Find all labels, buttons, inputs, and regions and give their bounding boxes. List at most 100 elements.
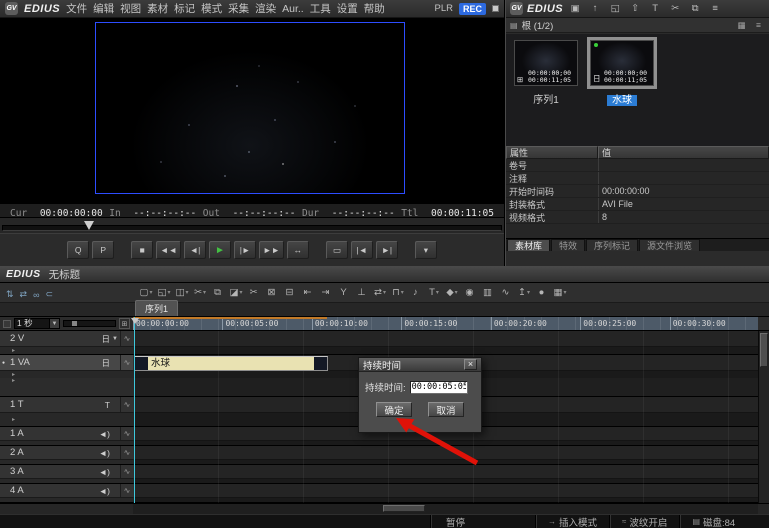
dropdown-arrow-icon[interactable]: ▾ <box>455 289 458 296</box>
lane-main[interactable] <box>133 484 758 498</box>
audio-patch-icon[interactable]: ⇄ <box>20 289 28 300</box>
audio-fade-icon[interactable]: ♪ <box>408 285 424 301</box>
horizontal-scrollbar-thumb[interactable] <box>383 505 425 512</box>
capture-icon[interactable]: ◱ <box>607 2 623 16</box>
new-folder-icon[interactable]: ▣ <box>567 2 583 16</box>
ripple-delete-icon[interactable]: ⊟ <box>282 285 298 301</box>
zoom-slider[interactable] <box>63 320 116 327</box>
cut-icon[interactable]: ✂ ▾ <box>192 285 208 301</box>
track-label[interactable]: 2 A <box>10 447 44 458</box>
track-sub-row[interactable]: ▸ <box>0 378 133 396</box>
track-waveform-icon[interactable]: ∿ <box>120 446 133 459</box>
menu-item[interactable]: 采集 <box>228 1 249 16</box>
clip-thumbnail[interactable]: 日 00:00:00;00 00:00:11;05 <box>590 40 654 86</box>
timeline-title-bar[interactable]: EDIUS 无标题 <box>0 266 769 283</box>
remove-cut-point-icon[interactable]: ⊥ <box>354 285 370 301</box>
save-icon[interactable]: ◫ ▾ <box>174 285 190 301</box>
list-menu-icon[interactable]: ≡ <box>707 2 723 16</box>
track-waveform-icon[interactable]: ∿ <box>120 484 133 497</box>
timeline-playhead-marker[interactable] <box>131 318 139 324</box>
track-header[interactable]: 2 A ◄) ∿ ▸ ▸ <box>0 446 133 465</box>
track-expander-icon[interactable]: ▸ <box>12 348 15 354</box>
properties-value-header[interactable]: 值 <box>598 146 769 159</box>
record-icon[interactable]: ● <box>534 285 550 301</box>
step-back-button[interactable]: ◄| <box>184 241 206 259</box>
grid-view-icon[interactable]: ▦ <box>735 20 748 31</box>
vertical-scrollbar-thumb[interactable] <box>760 333 768 367</box>
bin-tab[interactable]: 源文件浏览 <box>639 239 701 251</box>
track-expander-row[interactable]: ▸ <box>0 479 133 483</box>
track-waveform-icon[interactable]: ∿ <box>120 331 133 346</box>
new-sequence-icon[interactable]: ▢ ▾ <box>138 285 154 301</box>
menu-item[interactable]: 素材 <box>147 1 168 16</box>
lane-main[interactable] <box>133 331 758 347</box>
track-header-main[interactable]: 2 V 日 ▼ ∿ <box>0 331 133 347</box>
zoom-dropdown-arrow-icon[interactable]: ▼ <box>50 318 60 329</box>
track-label[interactable]: 2 V <box>10 333 44 344</box>
menu-item[interactable]: 视图 <box>120 1 141 16</box>
track-type-icon[interactable]: ◄) <box>99 486 110 496</box>
bin-tab[interactable]: 特效 <box>551 239 586 251</box>
track-lane[interactable] <box>133 465 758 484</box>
cancel-button[interactable]: 取消 <box>428 402 464 417</box>
channel-map-icon[interactable]: ⊂ <box>46 289 54 300</box>
dropdown-arrow-icon[interactable]: ▾ <box>563 289 566 296</box>
transition-icon[interactable]: ⊓ ▾ <box>390 285 406 301</box>
set-in-icon[interactable]: ⇤ <box>300 285 316 301</box>
bin-clip-list[interactable]: ⊞ 00:00:00;00 00:00:11;05 序列1 日 00:00:00… <box>506 34 769 146</box>
clip-name[interactable]: 序列1 <box>528 95 564 106</box>
track-header-main[interactable]: 2 A ◄) ∿ <box>0 446 133 460</box>
mixer-icon[interactable]: ▥ <box>480 285 496 301</box>
track-expander-row[interactable]: ▸ <box>0 413 133 426</box>
menu-item[interactable]: 设置 <box>337 1 358 16</box>
duration-input[interactable] <box>409 380 468 394</box>
dialog-title-bar[interactable]: 持续时间 × <box>359 358 481 372</box>
edit-mode-icon[interactable]: ⇄ ▾ <box>372 285 388 301</box>
vertical-scrollbar[interactable] <box>758 331 769 503</box>
track-expander-icon[interactable]: ▸ <box>12 372 15 378</box>
plr-mode-button[interactable]: PLR <box>435 3 453 14</box>
dropdown-arrow-icon[interactable]: ▾ <box>185 289 188 296</box>
bin-tab[interactable]: 素材库 <box>507 239 551 251</box>
timeline-playhead[interactable] <box>134 317 135 503</box>
prev-edit-button[interactable]: |◄ <box>350 241 373 259</box>
track-header-main[interactable]: 4 A ◄) ∿ <box>0 484 133 498</box>
scrubber-track[interactable] <box>2 225 502 231</box>
track-label[interactable]: 1 VA <box>10 357 44 368</box>
bin-menu-icon[interactable]: ≡ <box>752 20 765 30</box>
track-header[interactable]: 3 A ◄) ∿ ▸ ▸ <box>0 465 133 484</box>
dropdown-arrow-icon[interactable]: ▾ <box>436 289 439 296</box>
zoom-slider-thumb[interactable] <box>72 321 77 326</box>
menu-item[interactable]: 帮助 <box>364 1 385 16</box>
track-header-main[interactable]: ● 1 VA 日 ∿ <box>0 355 133 371</box>
import-icon[interactable]: ⇧ <box>627 2 643 16</box>
lane-main[interactable] <box>133 465 758 479</box>
track-type-icon[interactable]: ◄) <box>99 467 110 477</box>
dropdown-arrow-icon[interactable]: ▾ <box>383 289 386 296</box>
dropdown-arrow-icon[interactable]: ▾ <box>527 289 530 296</box>
stop-button[interactable]: ■ <box>131 241 154 259</box>
dropdown-arrow-icon[interactable]: ▾ <box>401 289 404 296</box>
player-playhead[interactable] <box>84 221 94 230</box>
bin-clip[interactable]: 日 00:00:00;00 00:00:11;05 水球 <box>590 40 654 146</box>
menu-item[interactable]: 编辑 <box>93 1 114 16</box>
set-out-icon[interactable]: ⇥ <box>318 285 334 301</box>
track-expander-row[interactable]: ▸ <box>0 460 133 464</box>
track-header[interactable]: 2 V 日 ▼ ∿ ▸ ▸ <box>0 331 133 355</box>
track-header[interactable]: ● 1 VA 日 ∿ ▸ ▸ <box>0 355 133 397</box>
match-frame-icon[interactable]: ◉ <box>462 285 478 301</box>
player-scrubber[interactable] <box>0 217 504 233</box>
step-forward-button[interactable]: |► <box>234 241 256 259</box>
track-waveform-icon[interactable]: ∿ <box>120 355 133 370</box>
sync-lock-icon[interactable]: ∞ <box>33 290 39 300</box>
track-lane[interactable] <box>133 484 758 503</box>
track-expander-row[interactable]: ▸ <box>0 498 133 502</box>
track-header-main[interactable]: 3 A ◄) ∿ <box>0 465 133 479</box>
marker-icon[interactable]: ◆ ▾ <box>444 285 460 301</box>
menu-item[interactable]: 工具 <box>310 1 331 16</box>
player-menu-button[interactable]: ▾ <box>414 241 437 259</box>
track-label[interactable]: 1 A <box>10 428 44 439</box>
window-restore-icon[interactable] <box>492 5 499 12</box>
track-label[interactable]: 1 T <box>10 399 44 410</box>
cut-icon[interactable]: ✂ <box>667 2 683 16</box>
